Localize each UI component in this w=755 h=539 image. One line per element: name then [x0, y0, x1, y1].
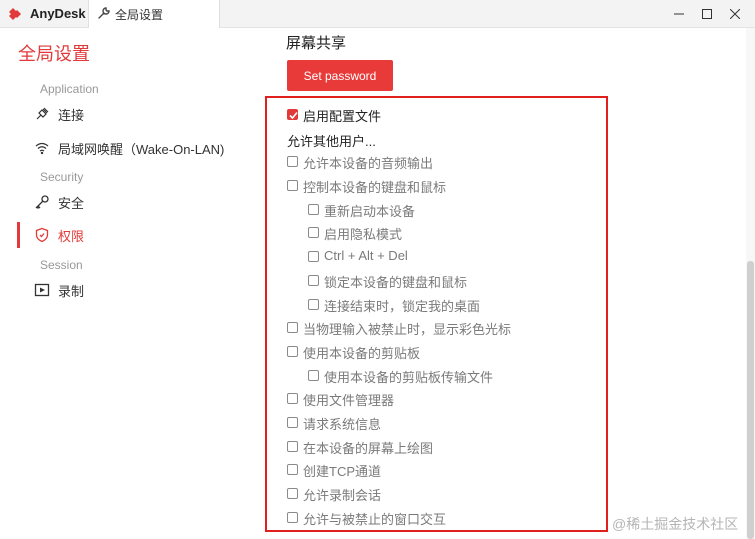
checkbox-label: 重新启动本设备 [324, 204, 416, 219]
checkbox[interactable] [287, 393, 298, 404]
checkbox-label: 使用本设备的剪贴板 [303, 346, 421, 361]
checkbox[interactable] [287, 346, 298, 357]
allow-users-heading: 允许其他用户... [287, 134, 376, 149]
checkbox-label: 创建TCP通道 [303, 464, 382, 479]
checkbox-checked[interactable] [287, 109, 298, 120]
sidebar-item-permissions[interactable]: 权限 [17, 222, 245, 248]
anydesk-logo-icon [9, 8, 21, 20]
checkbox-label: 使用本设备的剪贴板传输文件 [324, 370, 494, 385]
sidebar-item-label: 连接 [58, 108, 85, 123]
shield-icon [35, 227, 49, 243]
watermark: @稀土掘金技术社区 [612, 516, 739, 532]
sidebar-title: 全局设置 [18, 44, 90, 64]
sidebar: 全局设置 Application 连接 局域网唤醒（Wake-On-LAN) S… [0, 28, 250, 539]
plug-icon [36, 107, 49, 120]
checkbox[interactable] [287, 441, 298, 452]
checkbox[interactable] [287, 464, 298, 475]
sidebar-item-connection[interactable]: 连接 [20, 101, 245, 127]
checkbox[interactable] [287, 180, 298, 191]
sidebar-item-label: 录制 [58, 284, 85, 299]
title-bar: AnyDesk 全局设置 [0, 0, 755, 28]
maximize-icon [702, 9, 712, 19]
tab-label: 全局设置 [115, 8, 164, 22]
close-icon [730, 9, 740, 19]
minimize-icon [674, 13, 684, 15]
section-session: Session [40, 258, 83, 272]
checkbox[interactable] [287, 156, 298, 167]
checkbox[interactable] [308, 227, 319, 238]
checkbox-label: 允许录制会话 [303, 488, 382, 503]
checkbox[interactable] [308, 251, 319, 262]
checkbox[interactable] [308, 370, 319, 381]
sidebar-item-label: 权限 [58, 229, 85, 244]
checkbox-label: 允许本设备的音频输出 [303, 156, 434, 171]
sidebar-item-label: 安全 [58, 196, 85, 211]
key-icon [35, 195, 49, 209]
checkbox[interactable] [287, 322, 298, 333]
checkbox[interactable] [308, 275, 319, 286]
sidebar-item-security[interactable]: 安全 [20, 189, 245, 215]
page-title: 屏幕共享 [286, 35, 347, 52]
wifi-icon [35, 142, 49, 155]
checkmark-icon [289, 111, 298, 120]
checkbox[interactable] [287, 417, 298, 428]
section-application: Application [40, 82, 99, 96]
active-indicator [17, 222, 20, 248]
tab-global-settings[interactable]: 全局设置 [88, 0, 220, 28]
set-password-button[interactable]: Set password [287, 60, 393, 91]
checkbox-label: 启用隐私模式 [324, 227, 403, 242]
checkbox-label: 请求系统信息 [303, 417, 382, 432]
checkbox-label: 连接结束时，锁定我的桌面 [324, 299, 481, 314]
checkbox[interactable] [287, 488, 298, 499]
checkbox-label: 当物理输入被禁止时，显示彩色光标 [303, 322, 512, 337]
sidebar-item-recording[interactable]: 录制 [20, 277, 245, 303]
scrollbar-thumb[interactable] [747, 261, 754, 539]
checkbox-label: 启用配置文件 [303, 109, 382, 124]
sidebar-item-wake-on-lan[interactable]: 局域网唤醒（Wake-On-LAN) [20, 135, 245, 161]
wrench-icon [98, 7, 110, 19]
scrollbar[interactable] [746, 28, 755, 539]
checkbox-label: 锁定本设备的键盘和鼠标 [324, 275, 468, 290]
checkbox-label: 控制本设备的键盘和鼠标 [303, 180, 447, 195]
record-icon [34, 283, 50, 297]
checkbox-label: Ctrl + Alt + Del [324, 248, 408, 263]
checkbox-label: 允许与被禁止的窗口交互 [303, 512, 447, 527]
sidebar-item-label: 局域网唤醒（Wake-On-LAN) [58, 142, 225, 157]
checkbox[interactable] [287, 512, 298, 523]
checkbox[interactable] [308, 204, 319, 215]
checkbox[interactable] [308, 299, 319, 310]
section-security: Security [40, 170, 84, 184]
checkbox-label: 在本设备的屏幕上绘图 [303, 441, 434, 456]
close-button[interactable] [716, 0, 754, 28]
app-name: AnyDesk [30, 6, 86, 21]
checkbox-label: 使用文件管理器 [303, 393, 395, 408]
